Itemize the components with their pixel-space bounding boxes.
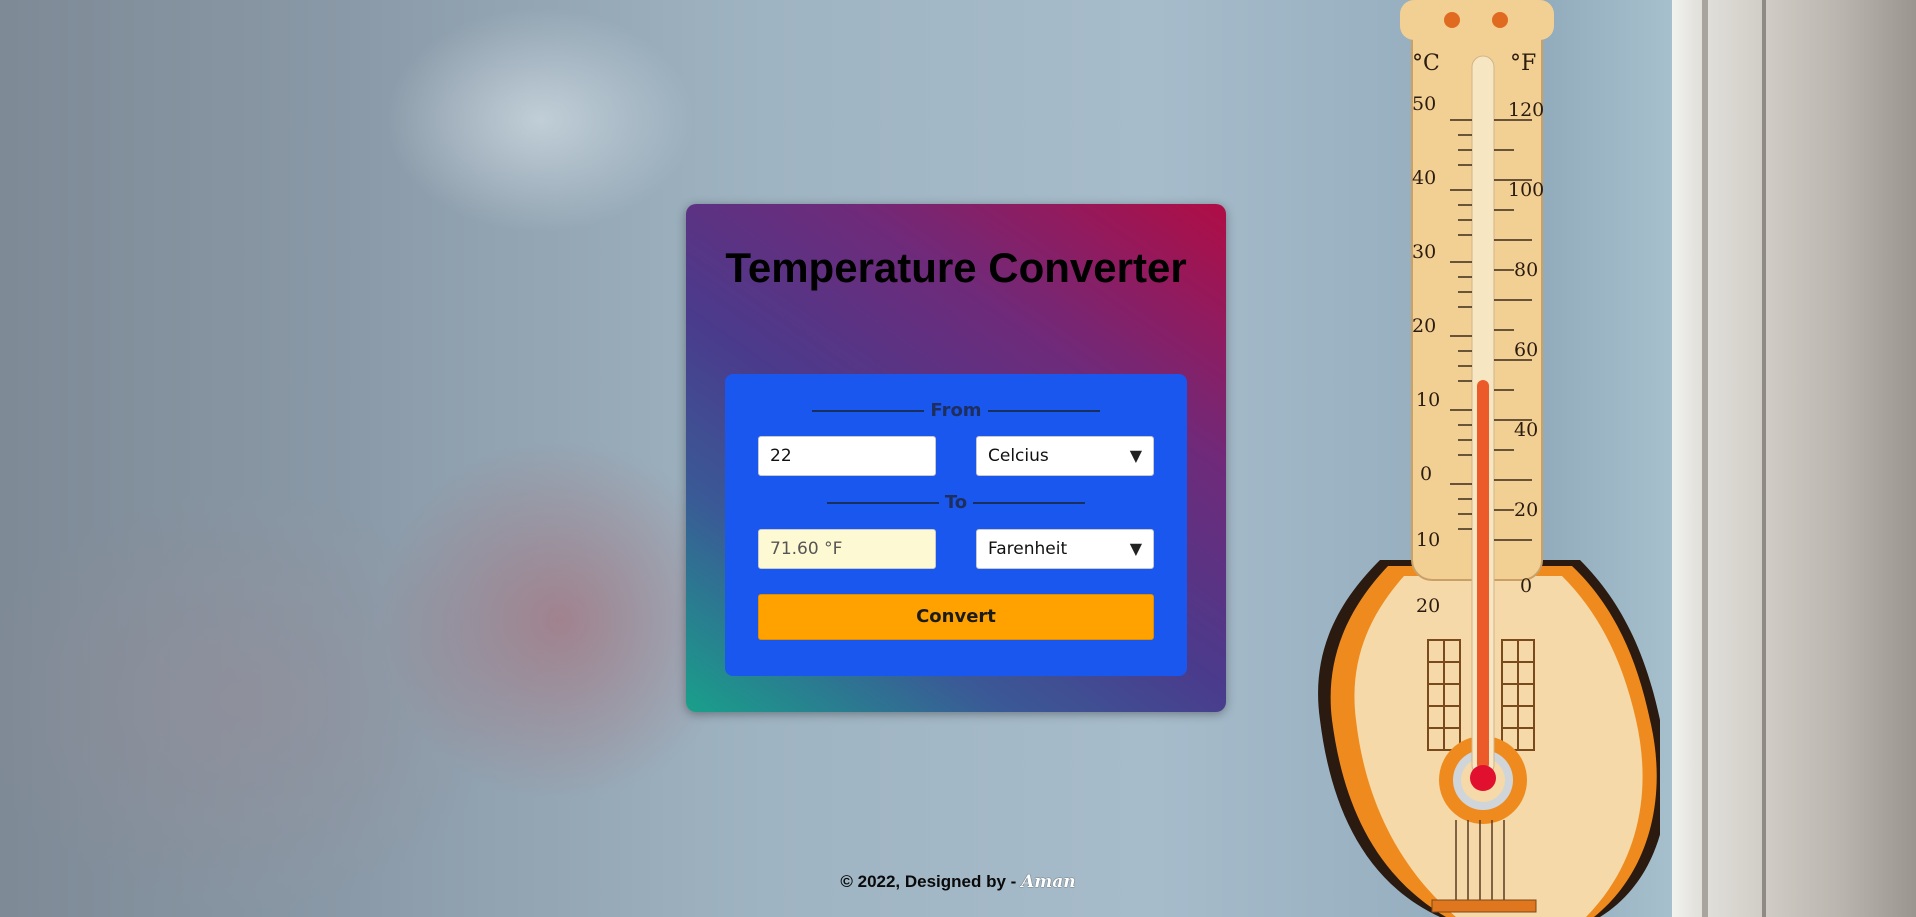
fahrenheit-tick: 120 (1508, 99, 1544, 121)
celsius-tick: 10 (1416, 529, 1440, 551)
triangle-down-icon: ▼ (1129, 539, 1142, 558)
to-unit-selected: Farenheit (988, 539, 1068, 559)
fahrenheit-tick: 80 (1514, 259, 1538, 281)
fahrenheit-tick: 20 (1514, 499, 1538, 521)
celsius-tick: 50 (1412, 93, 1436, 115)
converter-card: Temperature Converter From Celcius ▼ To … (686, 204, 1226, 712)
celsius-scale-label: °C (1412, 51, 1440, 76)
page-title: Temperature Converter (725, 244, 1187, 291)
celsius-tick: 20 (1416, 595, 1440, 617)
from-value-input[interactable] (758, 436, 936, 476)
fahrenheit-scale-label: °F (1510, 51, 1536, 76)
background-window-frame (1672, 0, 1916, 917)
thermometer-decoration: °C °F 50 40 30 20 10 0 10 20 120 100 80 … (1318, 0, 1660, 917)
from-label: From (930, 400, 982, 421)
divider-line (973, 501, 1086, 504)
celsius-tick: 40 (1412, 167, 1436, 189)
footer: © 2022, Designed by - Aman (0, 872, 1916, 892)
to-result-field[interactable] (758, 529, 936, 569)
convert-button[interactable]: Convert (758, 594, 1154, 640)
divider-line (826, 501, 939, 504)
celsius-tick: 20 (1412, 315, 1436, 337)
divider-line (812, 409, 925, 412)
celsius-tick: 0 (1420, 463, 1432, 485)
to-label: To (944, 492, 968, 513)
to-unit-select[interactable]: Farenheit ▼ (976, 529, 1154, 569)
footer-author: Aman (1021, 872, 1076, 892)
celsius-tick: 30 (1412, 241, 1436, 263)
fahrenheit-tick: 40 (1514, 419, 1538, 441)
converter-panel: From Celcius ▼ To Farenheit ▼ Convert (725, 374, 1187, 676)
celsius-tick: 10 (1416, 389, 1440, 411)
from-unit-selected: Celcius (988, 446, 1049, 466)
to-divider: To (725, 492, 1187, 513)
fahrenheit-tick: 0 (1520, 575, 1532, 597)
divider-line (987, 409, 1100, 412)
from-unit-select[interactable]: Celcius ▼ (976, 436, 1154, 476)
fahrenheit-tick: 60 (1514, 339, 1538, 361)
triangle-down-icon: ▼ (1129, 446, 1142, 465)
footer-copyright: © 2022, Designed by - (840, 872, 1022, 891)
fahrenheit-tick: 100 (1508, 179, 1544, 201)
from-divider: From (725, 400, 1187, 421)
